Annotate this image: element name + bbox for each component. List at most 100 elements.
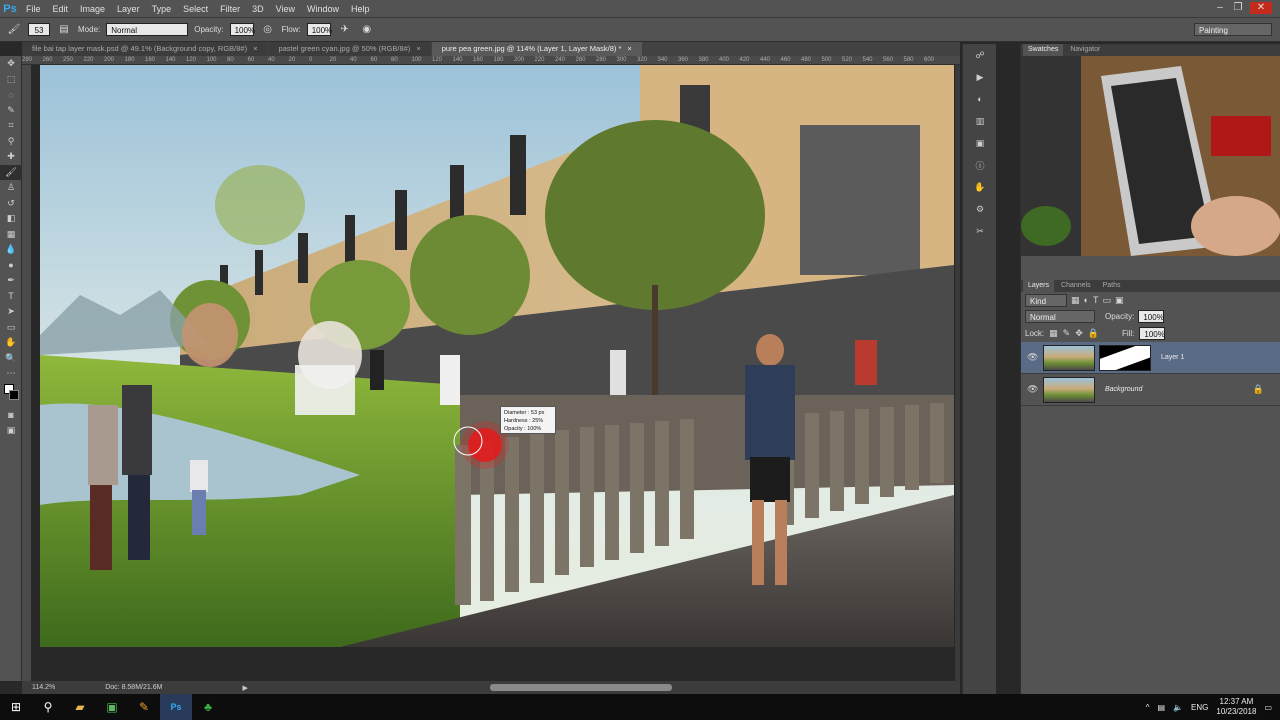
flow-input[interactable]: 100% <box>306 23 332 36</box>
layer-name[interactable]: Layer 1 <box>1161 354 1184 361</box>
info-panel-icon[interactable]: ⓘ <box>963 154 997 176</box>
more-tools-icon[interactable]: ⋯ <box>0 366 22 382</box>
volume-icon[interactable]: 🔈 <box>1173 703 1183 712</box>
visibility-eye-icon[interactable]: 👁 <box>1027 384 1039 395</box>
properties-panel-icon[interactable]: ▣ <box>963 132 997 154</box>
menu-3d[interactable]: 3D <box>246 4 270 14</box>
horizontal-scrollbar-thumb[interactable] <box>490 684 672 691</box>
language-indicator[interactable]: ENG <box>1191 703 1208 712</box>
history-brush-icon[interactable]: ↺ <box>0 196 22 212</box>
marquee-tool-icon[interactable]: ⬚ <box>0 72 22 88</box>
menu-help[interactable]: Help <box>345 4 376 14</box>
lock-all-icon[interactable]: 🔒 <box>1088 328 1099 339</box>
type-tool-icon[interactable]: T <box>0 289 22 305</box>
brush-tool-icon[interactable]: 🖌 <box>6 22 22 38</box>
filter-smart-icon[interactable]: ▣ <box>1115 295 1124 306</box>
layer-opacity-input[interactable]: 100% <box>1138 310 1165 323</box>
filter-adjust-icon[interactable]: ◐ <box>1084 295 1089 305</box>
menu-select[interactable]: Select <box>177 4 214 14</box>
menu-view[interactable]: View <box>270 4 301 14</box>
panel-tab-paths[interactable]: Paths <box>1098 280 1126 292</box>
filter-type-icon[interactable]: T <box>1093 295 1099 305</box>
vertical-scrollbar[interactable] <box>955 65 960 681</box>
menu-layer[interactable]: Layer <box>111 4 146 14</box>
panel-tab-navigator[interactable]: Navigator <box>1065 44 1105 56</box>
layer-name[interactable]: Background <box>1105 386 1142 393</box>
menu-type[interactable]: Type <box>146 4 178 14</box>
status-arrow-icon[interactable]: ▶ <box>242 684 247 692</box>
eyedropper-tool-icon[interactable]: ⚲ <box>0 134 22 150</box>
panel-tab-layers[interactable]: Layers <box>1023 280 1055 292</box>
quick-mask-icon[interactable]: ◙ <box>0 408 22 424</box>
doc-tab-0[interactable]: file bai tap layer mask.psd @ 49.1% (Bac… <box>22 42 268 56</box>
menu-file[interactable]: File <box>20 4 47 14</box>
path-select-icon[interactable]: ➤ <box>0 304 22 320</box>
quick-select-tool-icon[interactable]: ✎ <box>0 103 22 119</box>
eraser-tool-icon[interactable]: ◧ <box>0 211 22 227</box>
gradient-tool-icon[interactable]: ▦ <box>0 227 22 243</box>
zoom-level[interactable]: 114.2% <box>32 684 55 691</box>
panel-tab-channels[interactable]: Channels <box>1056 280 1096 292</box>
healing-brush-icon[interactable]: ✚ <box>0 149 22 165</box>
doc-size[interactable]: Doc: 8.58M/21.6M <box>105 684 162 691</box>
network-icon[interactable]: ▤ <box>1158 703 1166 712</box>
file-explorer-icon[interactable]: ▰ <box>64 694 96 720</box>
lasso-tool-icon[interactable]: ◌ <box>0 87 22 103</box>
notifications-icon[interactable]: ▭ <box>1264 703 1272 712</box>
background-color[interactable] <box>9 389 19 400</box>
tray-arrow-icon[interactable]: ^ <box>1146 703 1150 712</box>
layer-row[interactable]: 👁 Background 🔒 <box>1021 374 1280 406</box>
opacity-input[interactable]: 100% <box>229 23 255 36</box>
menu-window[interactable]: Window <box>301 4 345 14</box>
screen-mode-icon[interactable]: ▣ <box>0 423 22 439</box>
search-icon[interactable]: ⚲ <box>32 694 64 720</box>
pressure-size-icon[interactable]: ◉ <box>359 22 375 38</box>
lock-paint-icon[interactable]: ✎ <box>1063 328 1071 339</box>
move-tool-icon[interactable]: ✥ <box>0 56 22 72</box>
pressure-opacity-icon[interactable]: ◎ <box>260 22 276 38</box>
airbrush-icon[interactable]: ✈ <box>337 22 353 38</box>
crop-tool-icon[interactable]: ⌗ <box>0 118 22 134</box>
color-swatches[interactable] <box>0 382 21 408</box>
adjustments-panel-icon[interactable]: ◐ <box>963 88 997 110</box>
solitaire-icon[interactable]: ♣ <box>192 694 224 720</box>
workspace-select[interactable]: Painting <box>1194 23 1272 36</box>
app-green-icon[interactable]: ▣ <box>96 694 128 720</box>
clock[interactable]: 12:37 AM 10/23/2018 <box>1216 697 1256 717</box>
blur-tool-icon[interactable]: 💧 <box>0 242 22 258</box>
hand-tool-icon[interactable]: ✋ <box>0 335 22 351</box>
layer-row[interactable]: 👁 Layer 1 <box>1021 342 1280 374</box>
history-panel-icon[interactable]: ☍ <box>963 44 997 66</box>
visibility-eye-icon[interactable]: 👁 <box>1027 352 1039 363</box>
restore-button[interactable]: ❐ <box>1230 2 1246 14</box>
menu-filter[interactable]: Filter <box>214 4 246 14</box>
doc-tab-1[interactable]: pastel green cyan.jpg @ 50% (RGB/8#) × <box>268 42 431 56</box>
shape-tool-icon[interactable]: ▭ <box>0 320 22 336</box>
close-button[interactable]: ✕ <box>1250 2 1272 14</box>
menu-edit[interactable]: Edit <box>47 4 75 14</box>
actions-panel-icon[interactable]: ▶ <box>963 66 997 88</box>
zoom-tool-icon[interactable]: 🔍 <box>0 351 22 367</box>
minimize-button[interactable]: – <box>1212 2 1228 14</box>
fill-input[interactable]: 100% <box>1139 327 1166 340</box>
mode-select[interactable]: Normal <box>106 23 189 36</box>
dodge-tool-icon[interactable]: ● <box>0 258 22 274</box>
blend-mode-select[interactable]: Normal <box>1025 310 1095 323</box>
brush-size-picker[interactable]: 53 <box>28 23 50 36</box>
pen-tool-icon[interactable]: ✒ <box>0 273 22 289</box>
brush-presets-icon[interactable]: ✋ <box>963 176 997 198</box>
brush-tool-icon[interactable]: 🖌 <box>0 164 22 180</box>
close-tab-icon[interactable]: × <box>416 44 420 53</box>
layer-filter-select[interactable]: Kind <box>1025 293 1067 307</box>
layer-thumbnail[interactable] <box>1043 376 1095 403</box>
photoshop-taskbar-icon[interactable]: Ps <box>160 694 192 720</box>
brush-panel-icon[interactable]: ▤ <box>56 22 72 38</box>
layer-thumbnail[interactable] <box>1043 344 1095 371</box>
start-button-icon[interactable]: ⊞ <box>0 694 32 720</box>
app-notes-icon[interactable]: ✎ <box>128 694 160 720</box>
close-tab-icon[interactable]: × <box>253 44 257 53</box>
tool-presets-icon[interactable]: ✂ <box>963 220 997 242</box>
lock-transparent-icon[interactable]: ▦ <box>1049 328 1058 339</box>
close-tab-icon[interactable]: × <box>627 44 631 53</box>
panel-tab-swatches[interactable]: Swatches <box>1023 44 1064 56</box>
